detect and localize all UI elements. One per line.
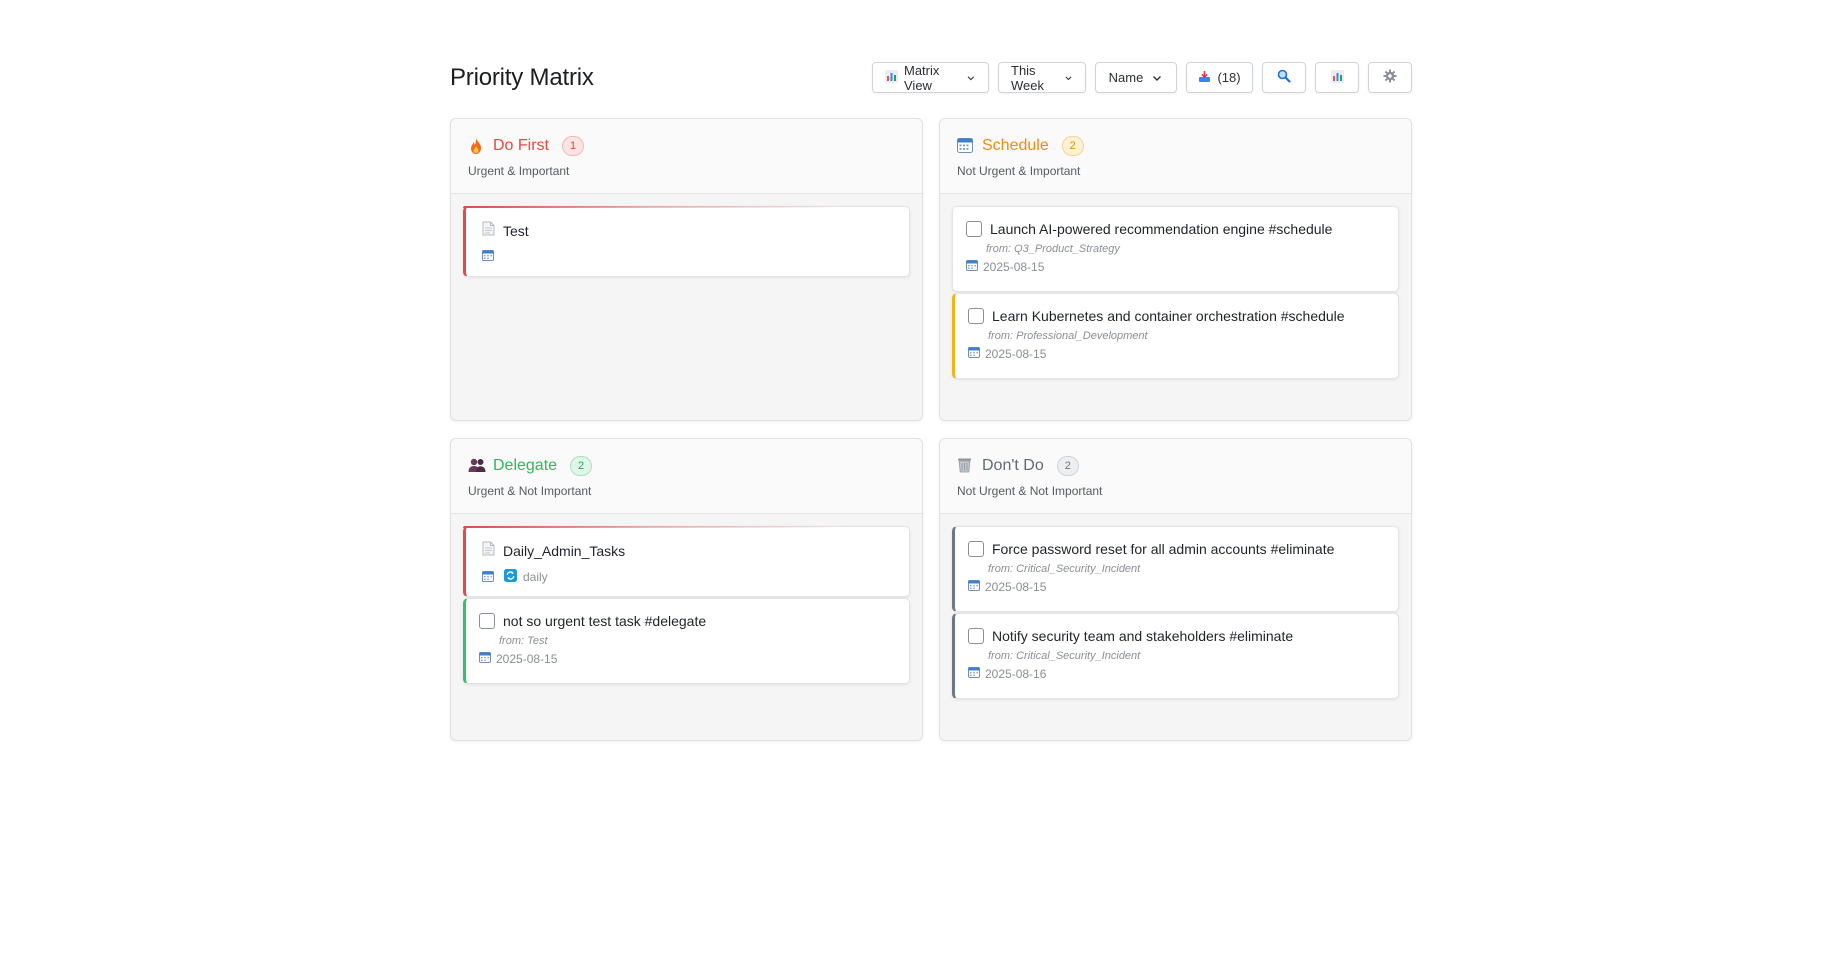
task-title: Notify security team and stakeholders #e… bbox=[992, 628, 1294, 644]
calendar-icon bbox=[966, 259, 978, 274]
quadrant-schedule: Schedule 2 Not Urgent & Important Launch… bbox=[939, 118, 1412, 421]
inbox-tray-icon bbox=[1198, 70, 1211, 86]
quadrant-body: Daily_Admin_Tasks daily not so urgent te… bbox=[451, 514, 922, 684]
bar-chart-icon bbox=[1330, 69, 1344, 86]
quadrant-title: Delegate bbox=[493, 457, 558, 474]
quadrant-count-badge: 2 bbox=[1056, 456, 1079, 476]
view-select-value: Matrix View bbox=[904, 62, 940, 93]
quadrant-body: Force password reset for all admin accou… bbox=[940, 514, 1411, 699]
task-source: from: Professional_Development bbox=[988, 330, 1148, 342]
quadrant-title: Do First bbox=[493, 137, 549, 154]
task-checkbox[interactable] bbox=[968, 308, 984, 324]
quadrant-body: Test bbox=[451, 194, 922, 277]
note-card[interactable]: Test bbox=[463, 206, 910, 277]
calendar-icon bbox=[482, 570, 494, 585]
period-select[interactable]: This Week bbox=[998, 62, 1086, 93]
task-card[interactable]: Learn Kubernetes and container orchestra… bbox=[952, 293, 1399, 379]
page-title: Priority Matrix bbox=[450, 64, 594, 91]
task-card[interactable]: not so urgent test task #delegate from: … bbox=[463, 598, 910, 684]
task-date: 2025-08-15 bbox=[496, 651, 558, 666]
sort-select[interactable]: Name bbox=[1095, 62, 1177, 93]
calendar-icon bbox=[968, 346, 980, 361]
task-title: Learn Kubernetes and container orchestra… bbox=[992, 308, 1345, 324]
calendar-icon bbox=[479, 651, 491, 666]
search-button[interactable] bbox=[1262, 62, 1306, 93]
calendar-icon bbox=[482, 249, 494, 264]
quadrant-subtitle: Not Urgent & Not Important bbox=[957, 484, 1103, 498]
view-select[interactable]: Matrix View bbox=[872, 62, 989, 93]
inbox-count: (18) bbox=[1217, 70, 1241, 85]
recurrence-label: daily bbox=[523, 570, 548, 584]
calendar-icon bbox=[968, 579, 980, 594]
note-title: Daily_Admin_Tasks bbox=[503, 543, 626, 559]
quadrant-header: Do First 1 Urgent & Important bbox=[451, 119, 922, 194]
task-title: Launch AI-powered recommendation engine … bbox=[990, 221, 1333, 237]
quadrant-header: Schedule 2 Not Urgent & Important bbox=[940, 119, 1411, 194]
quadrant-count-badge: 2 bbox=[1061, 136, 1084, 156]
quadrant-title: Don't Do bbox=[982, 457, 1044, 474]
quadrant-do-first: Do First 1 Urgent & Important Test bbox=[450, 118, 923, 421]
quadrant-header: Delegate 2 Urgent & Not Important bbox=[451, 439, 922, 514]
quadrant-subtitle: Urgent & Not Important bbox=[468, 484, 592, 498]
fire-icon bbox=[468, 137, 486, 155]
priority-matrix-page: Priority Matrix Matrix View This Week Na… bbox=[450, 60, 1412, 741]
quadrant-count-badge: 1 bbox=[562, 136, 584, 156]
note-title: Test bbox=[503, 223, 529, 239]
chevron-down-icon bbox=[1065, 76, 1072, 80]
quadrant-count-badge: 2 bbox=[570, 456, 593, 476]
document-icon bbox=[482, 541, 495, 561]
document-icon bbox=[482, 221, 495, 241]
task-source: from: Critical_Security_Incident bbox=[988, 563, 1141, 575]
chevron-down-icon bbox=[967, 75, 975, 80]
task-date: 2025-08-15 bbox=[985, 346, 1047, 361]
settings-button[interactable] bbox=[1368, 62, 1412, 93]
people-icon bbox=[468, 457, 486, 475]
task-card[interactable]: Notify security team and stakeholders #e… bbox=[952, 613, 1399, 699]
quadrant-subtitle: Urgent & Important bbox=[468, 164, 570, 178]
period-select-value: This Week bbox=[1011, 62, 1044, 93]
task-card[interactable]: Launch AI-powered recommendation engine … bbox=[952, 206, 1399, 292]
calendar-icon bbox=[968, 666, 980, 681]
quadrant-body: Launch AI-powered recommendation engine … bbox=[940, 194, 1411, 379]
repeat-icon bbox=[504, 569, 517, 585]
trash-icon bbox=[957, 457, 975, 475]
task-source: from: Q3_Product_Strategy bbox=[986, 243, 1120, 255]
sort-select-value: Name bbox=[1108, 70, 1144, 85]
quadrant-delegate: Delegate 2 Urgent & Not Important Daily_… bbox=[450, 438, 923, 741]
task-date: 2025-08-15 bbox=[983, 259, 1045, 274]
task-title: Force password reset for all admin accou… bbox=[992, 541, 1335, 557]
recurrence-badge: daily bbox=[504, 569, 548, 585]
stats-button[interactable] bbox=[1315, 62, 1359, 93]
task-checkbox[interactable] bbox=[968, 541, 984, 557]
bar-chart-icon bbox=[885, 69, 898, 86]
task-checkbox[interactable] bbox=[968, 628, 984, 644]
header: Priority Matrix Matrix View This Week Na… bbox=[450, 60, 1412, 96]
search-icon bbox=[1277, 69, 1291, 86]
task-source: from: Test bbox=[499, 635, 548, 647]
task-checkbox[interactable] bbox=[479, 613, 495, 629]
quadrant-subtitle: Not Urgent & Important bbox=[957, 164, 1081, 178]
quadrant-title: Schedule bbox=[982, 137, 1049, 154]
toolbar: Matrix View This Week Name (18) bbox=[872, 62, 1412, 93]
note-card[interactable]: Daily_Admin_Tasks daily bbox=[463, 526, 910, 597]
task-title: not so urgent test task #delegate bbox=[503, 613, 707, 629]
task-card[interactable]: Force password reset for all admin accou… bbox=[952, 526, 1399, 612]
calendar-icon bbox=[957, 137, 975, 155]
gear-icon bbox=[1383, 69, 1397, 86]
inbox-button[interactable]: (18) bbox=[1186, 62, 1253, 93]
task-source: from: Critical_Security_Incident bbox=[988, 650, 1141, 662]
chevron-down-icon bbox=[1153, 75, 1162, 81]
quadrant-header: Don't Do 2 Not Urgent & Not Important bbox=[940, 439, 1411, 514]
task-date: 2025-08-15 bbox=[985, 579, 1047, 594]
quadrant-dont-do: Don't Do 2 Not Urgent & Not Important Fo… bbox=[939, 438, 1412, 741]
task-checkbox[interactable] bbox=[966, 221, 982, 237]
task-date: 2025-08-16 bbox=[985, 666, 1047, 681]
